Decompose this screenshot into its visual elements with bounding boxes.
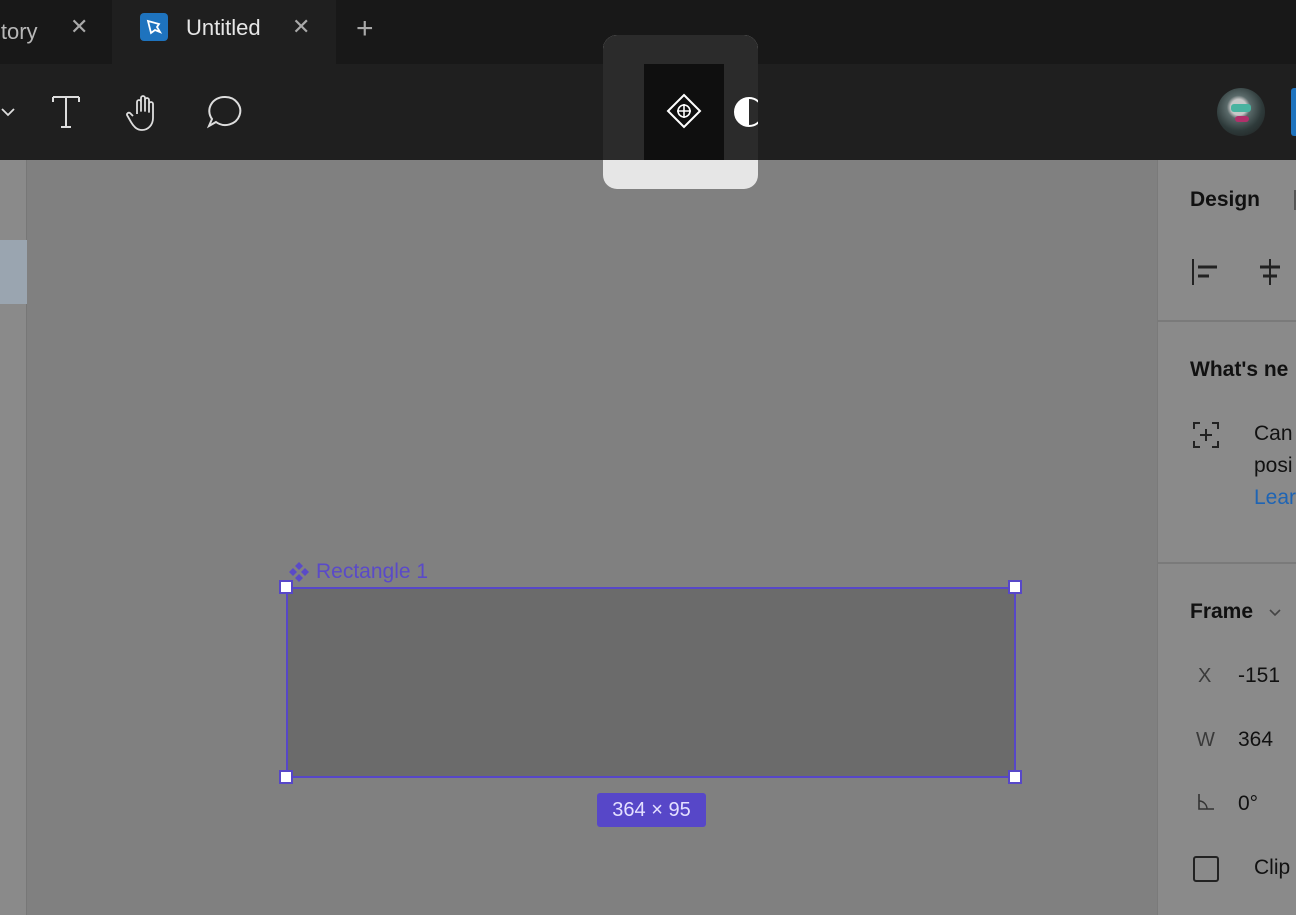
w-field-label: W xyxy=(1196,729,1215,751)
layer-name-text: Rectangle 1 xyxy=(316,560,429,583)
selected-layer-row[interactable] xyxy=(0,240,27,304)
divider xyxy=(1158,320,1296,322)
design-panel: Design What's ne Can posi Lear Frame X -… xyxy=(1157,160,1296,915)
chevron-down-icon[interactable] xyxy=(1268,606,1282,625)
hand-tool-icon[interactable] xyxy=(125,92,165,132)
clip-content-label: Clip c xyxy=(1254,856,1296,879)
new-tab-icon[interactable]: + xyxy=(356,12,374,46)
frame-section-title[interactable]: Frame xyxy=(1190,600,1253,624)
design-file-icon xyxy=(140,13,168,41)
design-tab[interactable]: Design xyxy=(1190,188,1260,212)
clip-content-checkbox[interactable] xyxy=(1193,856,1219,882)
align-center-icon[interactable] xyxy=(1256,258,1284,291)
contrast-mode-icon xyxy=(734,97,758,127)
x-field-input[interactable]: -151 xyxy=(1238,664,1280,688)
figma-window: itory ✕ Untitled ✕ + Rectangle 1 364 × 9… xyxy=(0,0,1296,915)
resize-handle-top-right[interactable] xyxy=(1008,580,1022,594)
layers-panel-edge xyxy=(0,160,27,915)
chevron-down-icon[interactable] xyxy=(0,104,16,125)
w-field-input[interactable]: 364 xyxy=(1238,728,1273,752)
close-tab-icon[interactable]: ✕ xyxy=(70,14,88,40)
whats-new-line-1: Can xyxy=(1254,422,1293,445)
tab-label: Untitled xyxy=(186,15,261,40)
whats-new-title: What's ne xyxy=(1190,358,1289,381)
align-left-icon[interactable] xyxy=(1191,258,1219,291)
avatar-detail xyxy=(1235,116,1249,122)
resize-handle-top-left[interactable] xyxy=(279,580,293,594)
comment-tool-icon[interactable] xyxy=(205,92,245,132)
tab-untitled[interactable]: Untitled ✕ xyxy=(112,0,336,64)
resize-handle-bottom-left[interactable] xyxy=(279,770,293,784)
share-button[interactable] xyxy=(1291,88,1296,136)
canvas-position-icon xyxy=(1192,421,1220,454)
resize-handle-bottom-right[interactable] xyxy=(1008,770,1022,784)
rotation-field-input[interactable]: 0° xyxy=(1238,792,1258,816)
selected-rectangle[interactable] xyxy=(286,587,1016,778)
x-field-label: X xyxy=(1198,665,1212,687)
component-mode-icon xyxy=(666,93,702,129)
layer-name-label[interactable]: Rectangle 1 xyxy=(288,560,428,584)
avatar[interactable] xyxy=(1217,88,1265,136)
tab-label: itory xyxy=(0,19,38,44)
close-tab-icon[interactable]: ✕ xyxy=(292,14,310,40)
tab-previous-file[interactable]: itory ✕ xyxy=(0,0,112,64)
text-tool-icon[interactable] xyxy=(46,92,86,132)
rotation-icon xyxy=(1196,792,1216,817)
learn-more-link[interactable]: Lear xyxy=(1254,486,1296,510)
divider xyxy=(1158,562,1296,564)
mode-switcher xyxy=(603,35,758,189)
avatar-detail xyxy=(1231,104,1251,112)
component-mode-button[interactable] xyxy=(644,64,724,160)
dimensions-badge: 364 × 95 xyxy=(597,793,706,827)
whats-new-line-2: posi xyxy=(1254,454,1293,477)
